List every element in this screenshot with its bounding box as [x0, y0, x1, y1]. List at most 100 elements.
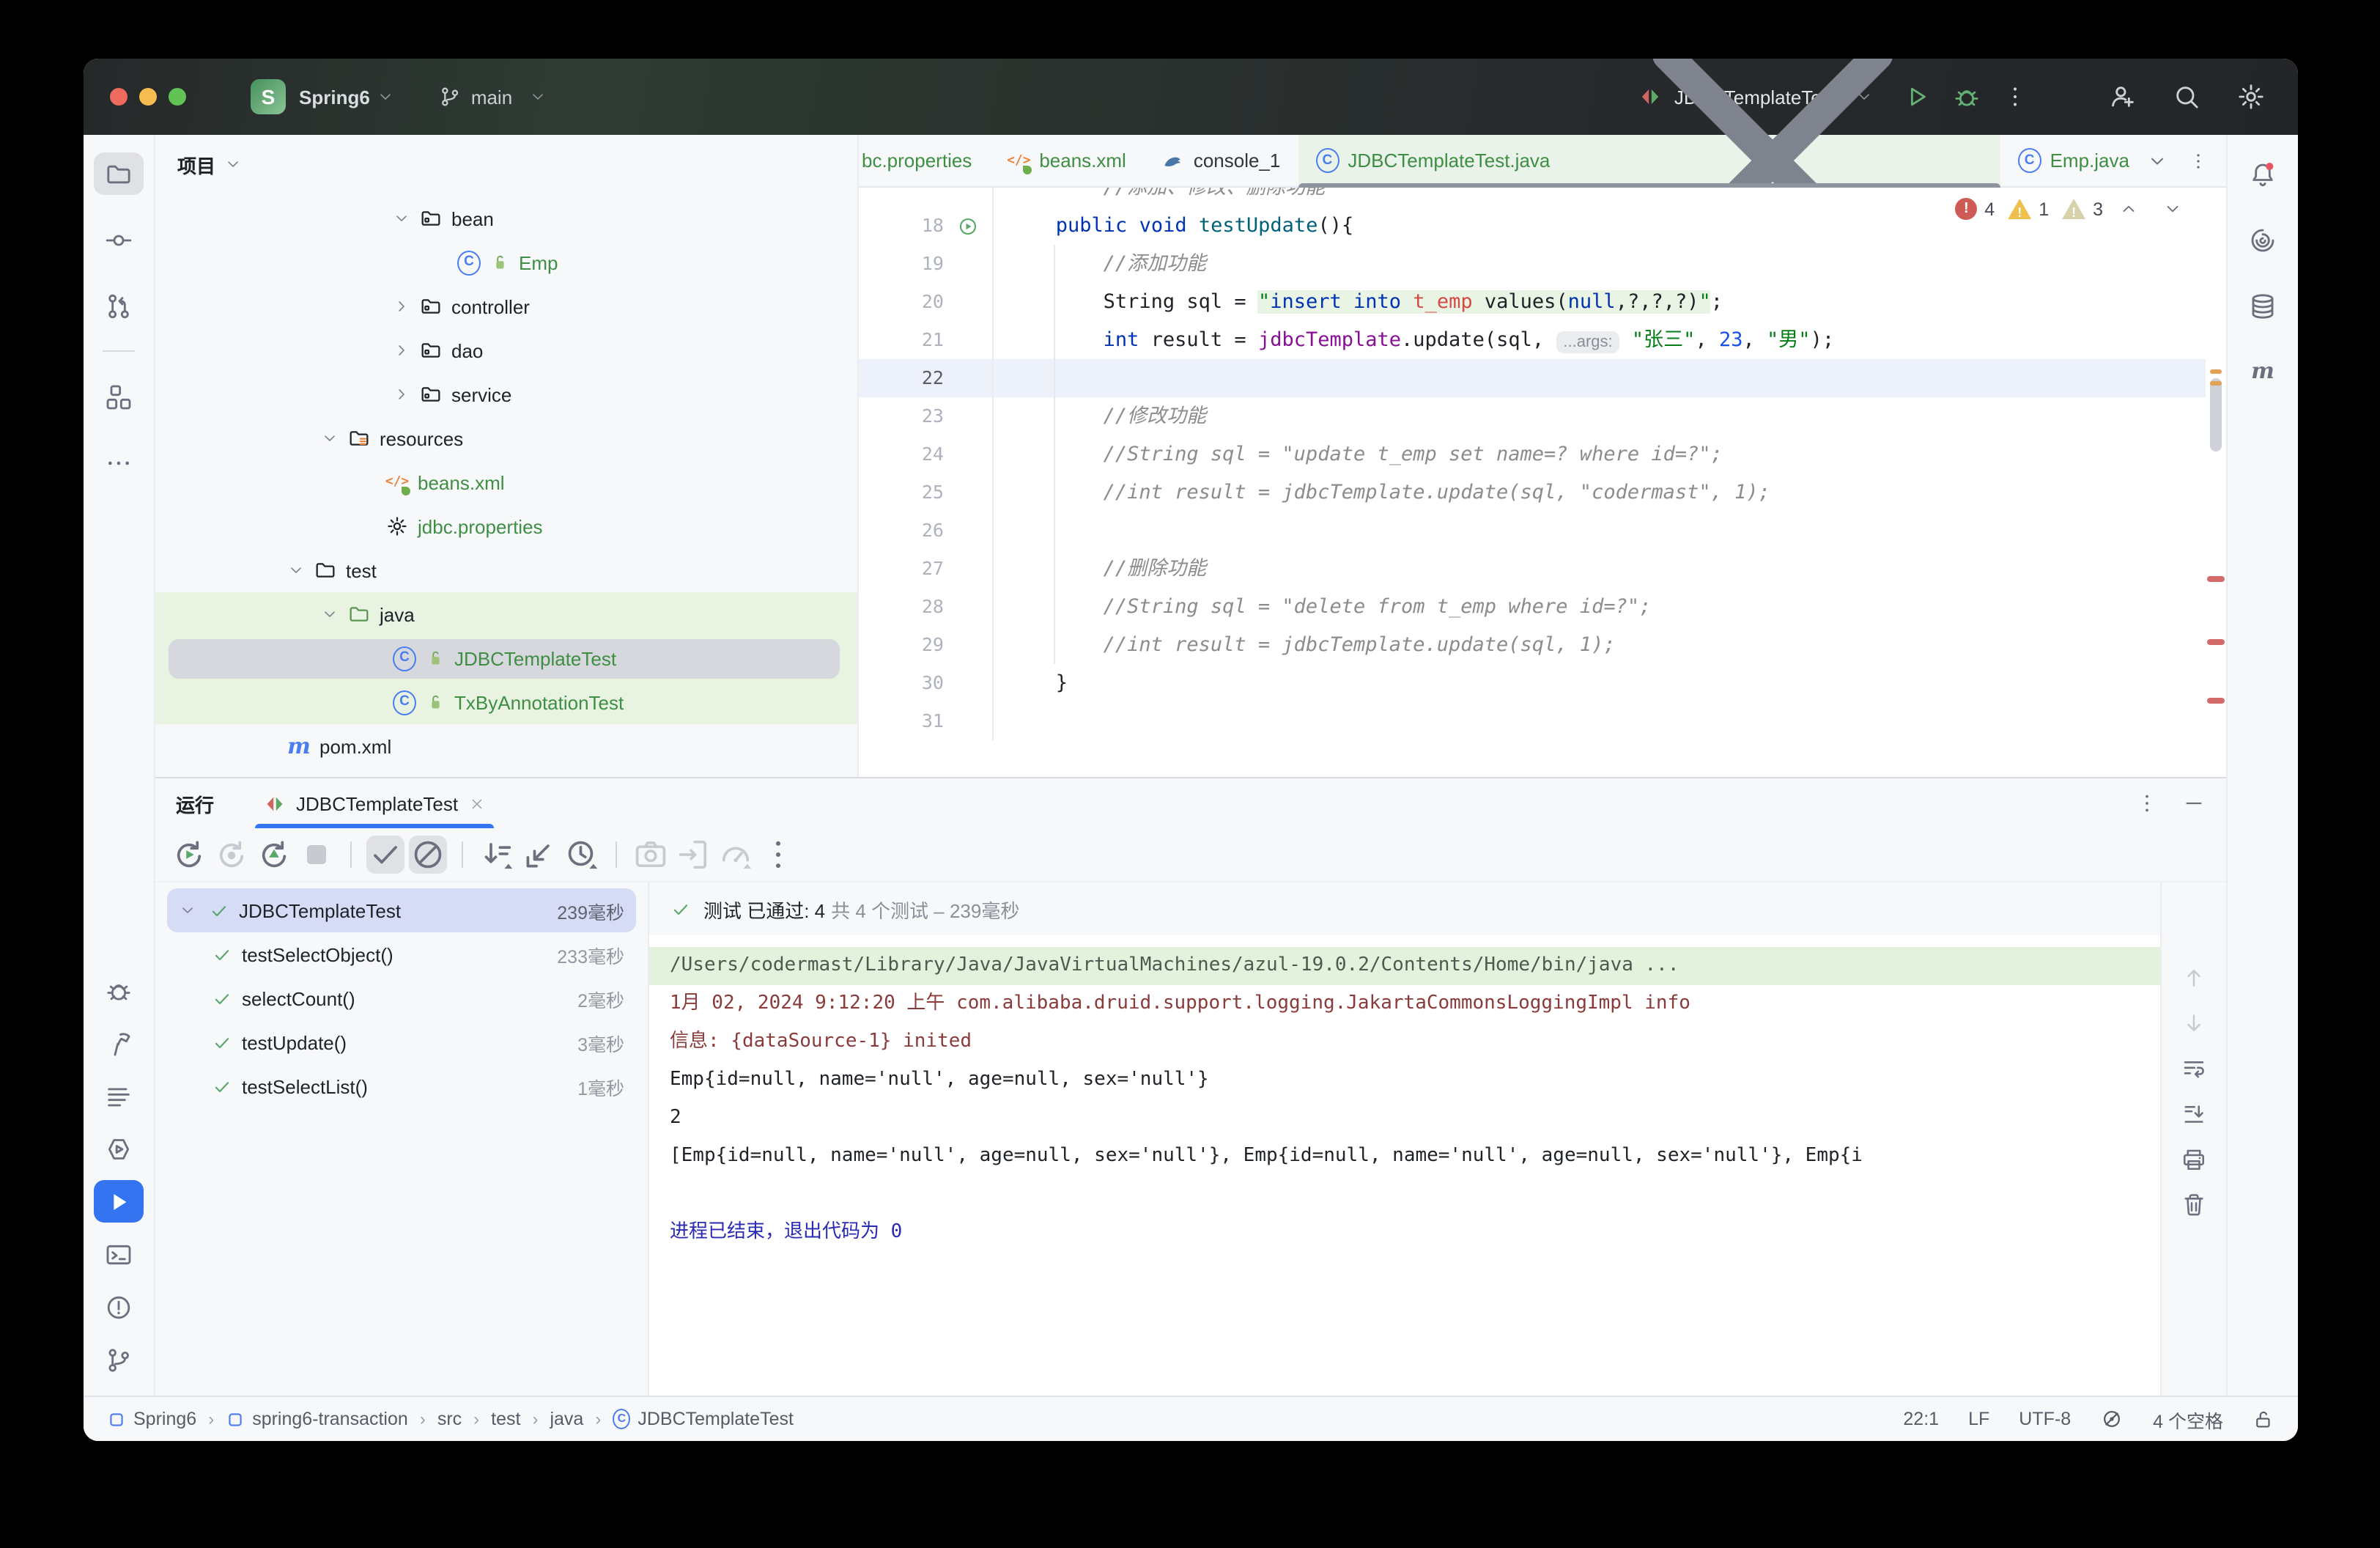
line-separator[interactable]: LF — [1968, 1409, 1989, 1429]
project-tree-item-bean[interactable]: bean — [155, 196, 857, 240]
tab-list-chevron-icon[interactable] — [2147, 150, 2168, 171]
project-tree-item-dao[interactable]: dao — [155, 328, 857, 372]
chev-down-icon[interactable] — [321, 430, 339, 447]
test-result-row-testUpdate()[interactable]: testUpdate() 3毫秒 — [167, 1020, 636, 1064]
tab-options-icon[interactable] — [2188, 150, 2209, 171]
tool-window-button-run[interactable] — [94, 1180, 144, 1223]
chev-right-icon[interactable] — [393, 298, 410, 315]
next-problem-icon[interactable] — [2163, 199, 2182, 218]
tool-window-button-problems[interactable] — [94, 1286, 144, 1328]
breadcrumb-src[interactable]: src — [437, 1409, 462, 1429]
toggle-auto-test-button[interactable] — [255, 836, 293, 874]
breadcrumb-spring6-transaction[interactable]: spring6-transaction — [226, 1409, 408, 1429]
error-stripe-mark[interactable] — [2207, 698, 2225, 704]
project-tree-item-jdbc.properties[interactable]: jdbc.properties — [155, 504, 857, 548]
tool-window-button-structure[interactable] — [94, 375, 144, 418]
project-tree-item-test[interactable]: test — [155, 548, 857, 592]
chev-down-icon[interactable] — [321, 605, 339, 623]
settings-button[interactable] — [2236, 82, 2266, 111]
chevron-down-icon[interactable] — [377, 88, 395, 106]
warning-stripe-mark[interactable] — [2210, 381, 2222, 386]
tool-window-button-ai-assistant[interactable] — [2238, 218, 2288, 261]
project-tree-item-controller[interactable]: controller — [155, 284, 857, 328]
project-tree-item-beans.xml[interactable]: </> beans.xml — [155, 460, 857, 504]
import-test-results-button[interactable] — [520, 836, 558, 874]
rerun-failed-tests-button[interactable] — [212, 836, 251, 874]
console-output[interactable]: /Users/codermast/Library/Java/JavaVirtua… — [649, 935, 2160, 1396]
breadcrumb-JDBCTemplateTest[interactable]: CJDBCTemplateTest — [613, 1409, 794, 1429]
test-result-row-selectCount()[interactable]: selectCount() 2毫秒 — [167, 976, 636, 1020]
editor-tab-beans.xml[interactable]: </>beans.xml — [989, 135, 1144, 186]
editor-scrollbar[interactable] — [2210, 378, 2222, 452]
project-tree-item-pom.xml[interactable]: m pom.xml — [155, 724, 857, 768]
editor-tab-bc.properties[interactable]: bc.properties — [859, 135, 989, 186]
export-test-results-button[interactable] — [674, 836, 712, 874]
close-window-button[interactable] — [110, 88, 128, 106]
error-stripe-mark[interactable] — [2207, 576, 2225, 582]
code-editor[interactable]: //添加、修改、删除功能 18 public void testUpdate()… — [859, 188, 2226, 777]
tool-window-button-pull-requests[interactable] — [94, 284, 144, 327]
breadcrumb-java[interactable]: java — [550, 1409, 583, 1429]
test-history-button[interactable] — [563, 836, 601, 874]
test-result-row-JDBCTemplateTest[interactable]: JDBCTemplateTest 239毫秒 — [167, 888, 636, 932]
show-ignored-button[interactable] — [409, 836, 447, 874]
prev-problem-icon[interactable] — [2119, 199, 2138, 218]
caret-position[interactable]: 22:1 — [1903, 1409, 1939, 1429]
minimize-window-button[interactable] — [139, 88, 157, 106]
project-tree-item-service[interactable]: service — [155, 372, 857, 416]
error-stripe[interactable] — [2206, 188, 2226, 777]
close-icon[interactable] — [468, 795, 484, 811]
editor-tab-JDBCTemplateTest.java[interactable]: CJDBCTemplateTest.java — [1298, 135, 2000, 186]
show-passed-button[interactable] — [366, 836, 404, 874]
hide-panel-icon[interactable] — [2182, 792, 2206, 815]
branch-widget[interactable]: main — [439, 85, 546, 108]
project-tree-item-Emp[interactable]: C Emp — [155, 240, 857, 284]
tool-window-button-project[interactable] — [94, 152, 144, 195]
chev-down-icon[interactable] — [393, 210, 410, 227]
test-result-row-testSelectObject()[interactable]: testSelectObject() 233毫秒 — [167, 932, 636, 976]
project-tree-item-JDBCTemplateTest[interactable]: C JDBCTemplateTest — [155, 636, 857, 680]
search-everywhere-button[interactable] — [2172, 82, 2201, 111]
more-actions-button[interactable] — [2002, 84, 2028, 110]
add-user-button[interactable] — [2107, 82, 2137, 111]
lock-open-icon[interactable] — [2252, 1408, 2274, 1430]
chev-down-icon[interactable] — [179, 902, 196, 919]
editor-tab-console_1[interactable]: console_1 — [1144, 135, 1298, 186]
chev-right-icon[interactable] — [393, 342, 410, 359]
run-gutter-icon[interactable] — [957, 215, 979, 237]
sort-by-duration-button[interactable] — [478, 836, 516, 874]
project-tree-item-resources[interactable]: resources — [155, 416, 857, 460]
tool-window-button-version-control[interactable] — [94, 1338, 144, 1381]
project-tree-item-TxByAnnotationTest[interactable]: C TxByAnnotationTest — [155, 680, 857, 724]
tool-window-button-terminal[interactable] — [94, 1233, 144, 1275]
tool-window-button-debug[interactable] — [94, 969, 144, 1011]
project-name[interactable]: Spring6 — [299, 86, 370, 108]
soft-wrap-button[interactable] — [2181, 1055, 2207, 1082]
tool-window-button-build[interactable] — [94, 1022, 144, 1064]
tool-window-button-todo[interactable] — [94, 1075, 144, 1117]
prev-occurrence-button[interactable] — [2181, 965, 2207, 991]
rerun-button[interactable] — [170, 836, 208, 874]
zoom-window-button[interactable] — [169, 88, 186, 106]
tool-window-button-services[interactable] — [94, 1127, 144, 1170]
more-options-button[interactable] — [759, 836, 797, 874]
inspections-widget[interactable]: ! 4 ! 1 ! 3 — [1955, 198, 2182, 220]
tool-window-button-maven[interactable]: m — [2238, 350, 2288, 393]
indent-setting[interactable]: 4 个空格 — [2153, 1405, 2223, 1433]
run-panel-options-icon[interactable] — [2135, 792, 2159, 815]
stop-button[interactable] — [298, 836, 336, 874]
breadcrumb-Spring6[interactable]: Spring6 — [107, 1409, 196, 1429]
chevron-down-icon[interactable] — [224, 155, 242, 173]
warning-stripe-mark[interactable] — [2210, 369, 2222, 374]
breadcrumb-test[interactable]: test — [491, 1409, 520, 1429]
tool-window-button-commit[interactable] — [94, 218, 144, 261]
error-stripe-mark[interactable] — [2207, 639, 2225, 645]
profiler-button[interactable] — [717, 836, 755, 874]
print-button[interactable] — [2181, 1146, 2207, 1173]
editor-tab-Emp.java[interactable]: CEmp.java — [2000, 135, 2147, 186]
project-tree-item-java[interactable]: java — [155, 592, 857, 636]
run-tab[interactable]: JDBCTemplateTest — [252, 778, 496, 828]
project-badge[interactable]: S — [251, 79, 286, 114]
snapshot-button[interactable] — [632, 836, 670, 874]
next-occurrence-button[interactable] — [2181, 1010, 2207, 1036]
